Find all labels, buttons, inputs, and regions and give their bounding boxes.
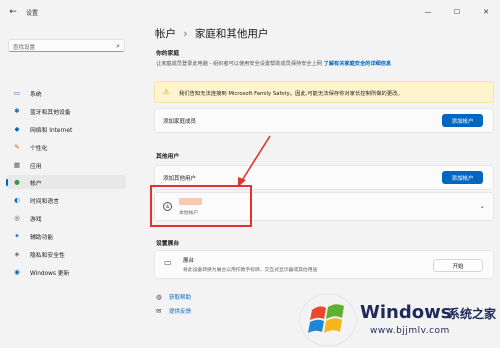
monitor-icon: ▭: [13, 89, 21, 97]
add-family-account-button[interactable]: 添加帐户: [442, 114, 483, 127]
globe-icon: ◐: [14, 196, 20, 204]
update-icon: ◉: [14, 268, 20, 276]
annotation-highlight-box: [150, 185, 252, 227]
watermark-cn: 系统之家: [448, 307, 497, 321]
back-arrow-icon[interactable]: ←: [6, 5, 20, 19]
search-input[interactable]: 查找设置 ⌕: [8, 39, 125, 52]
gamepad-icon: ◎: [14, 214, 20, 222]
accessibility-icon: ✦: [14, 232, 20, 240]
search-placeholder: 查找设置: [13, 45, 36, 51]
search-icon[interactable]: ⌕: [116, 42, 120, 51]
breadcrumb-parent[interactable]: 帐户: [155, 28, 176, 40]
person-icon: ●: [14, 178, 20, 186]
sidebar-item-label: 应用: [30, 163, 42, 170]
kiosk-label: 展台: [183, 258, 195, 264]
add-family-label: 添加家庭成员: [163, 119, 197, 125]
settings-window: ← 设置 — ☐ ✕ 查找设置 ⌕ ▭ 系统 ✱ 蓝牙和其他设备 ◆ 网络和 I…: [0, 0, 500, 348]
feedback-link[interactable]: ✉ 提供反馈: [156, 307, 191, 315]
sidebar-item-label: 时间和语言: [30, 198, 59, 205]
sidebar-item-label: 个性化: [30, 145, 48, 152]
kiosk-description: 将此设备转换为展台以用作数字标牌、交互式显示器或其他用途: [183, 268, 318, 273]
family-description: 让家庭成员登录此电脑 - 组织者可以使用安全设置帮助成员保持安全上网 了解有关家…: [156, 60, 391, 67]
kiosk-start-button[interactable]: 开始: [433, 259, 483, 272]
breadcrumb-separator: ›: [183, 28, 188, 40]
kiosk-icon: ▭: [164, 258, 172, 267]
chevron-down-icon[interactable]: ⌄: [480, 202, 485, 210]
add-other-user-label: 添加其他用户: [163, 176, 197, 182]
minimize-button[interactable]: —: [414, 0, 442, 24]
sidebar-item-label: 帐户: [30, 180, 42, 187]
apps-icon: ▦: [13, 161, 21, 169]
sidebar-item-label: 蓝牙和其他设备: [30, 109, 71, 116]
warning-icon: ⚠: [163, 88, 170, 96]
feedback-icon: ✉: [156, 307, 162, 315]
sidebar-item-system[interactable]: ▭ 系统: [6, 86, 126, 100]
sidebar-item-label: 系统: [30, 91, 42, 98]
sidebar-item-apps[interactable]: ▦ 应用: [6, 158, 126, 172]
kiosk-card: ▭ 展台 将此设备转换为展台以用作数字标牌、交互式显示器或其他用途 开始: [154, 250, 494, 279]
sidebar-item-accounts[interactable]: ● 帐户: [6, 175, 126, 189]
sidebar-item-label: 网络和 Internet: [30, 127, 73, 134]
app-title: 设置: [26, 9, 39, 17]
brush-icon: ✎: [14, 143, 20, 151]
kiosk-section-title: 设置展台: [156, 241, 180, 247]
sidebar-item-personalization[interactable]: ✎ 个性化: [6, 140, 126, 154]
shield-icon: ◈: [14, 250, 20, 258]
sidebar-item-label: 辅助功能: [30, 234, 54, 241]
watermark-brand: Windows: [360, 302, 452, 323]
sidebar-item-network[interactable]: ◆ 网络和 Internet: [6, 122, 126, 136]
bluetooth-icon: ✱: [14, 107, 20, 115]
sidebar-item-bluetooth[interactable]: ✱ 蓝牙和其他设备: [6, 104, 126, 118]
sidebar-item-accessibility[interactable]: ✦ 辅助功能: [6, 229, 126, 243]
watermark-url: www.bjjmlv.com: [370, 326, 450, 336]
close-button[interactable]: ✕: [472, 0, 500, 24]
page-title: 家庭和其他用户: [194, 28, 269, 40]
sidebar-item-label: 游戏: [30, 216, 42, 223]
family-section-title: 你的家庭: [156, 51, 180, 57]
sidebar-item-label: 隐私和安全性: [30, 252, 65, 259]
sidebar-item-privacy[interactable]: ◈ 隐私和安全性: [6, 247, 126, 261]
selection-indicator: [6, 179, 8, 186]
maximize-button[interactable]: ☐: [443, 0, 471, 24]
watermark: Windows 系统之家 www.bjjmlv.com: [296, 290, 500, 348]
warning-text: 我们告知无法连接到 Microsoft Family Safety。因此,可能无…: [179, 91, 403, 97]
get-help-link[interactable]: ◍ 获取帮助: [156, 293, 191, 301]
sidebar-item-gaming[interactable]: ◎ 游戏: [6, 211, 126, 225]
family-safety-link[interactable]: 了解有关家庭安全的详细信息: [324, 61, 391, 67]
windows-logo-icon: [299, 293, 357, 347]
breadcrumb: 帐户 › 家庭和其他用户: [155, 26, 268, 41]
warning-banner: ⚠ 我们告知无法连接到 Microsoft Family Safety。因此,可…: [154, 81, 494, 103]
wifi-icon: ◆: [14, 125, 20, 133]
sidebar-item-label: Windows 更新: [30, 270, 70, 277]
sidebar-item-windows-update[interactable]: ◉ Windows 更新: [6, 265, 126, 279]
other-users-section-title: 其他用户: [156, 154, 180, 160]
get-help-label: 获取帮助: [169, 295, 192, 301]
help-icon: ◍: [156, 293, 162, 301]
title-bar: ← 设置 — ☐ ✕: [0, 0, 500, 24]
feedback-label: 提供反馈: [169, 309, 192, 315]
add-other-user-button[interactable]: 添加帐户: [442, 171, 483, 184]
sidebar-item-time-language[interactable]: ◐ 时间和语言: [6, 193, 126, 207]
add-family-card: 添加家庭成员 添加帐户: [154, 108, 494, 133]
family-description-text: 让家庭成员登录此电脑 - 组织者可以使用安全设置帮助成员保持安全上网: [156, 61, 322, 67]
